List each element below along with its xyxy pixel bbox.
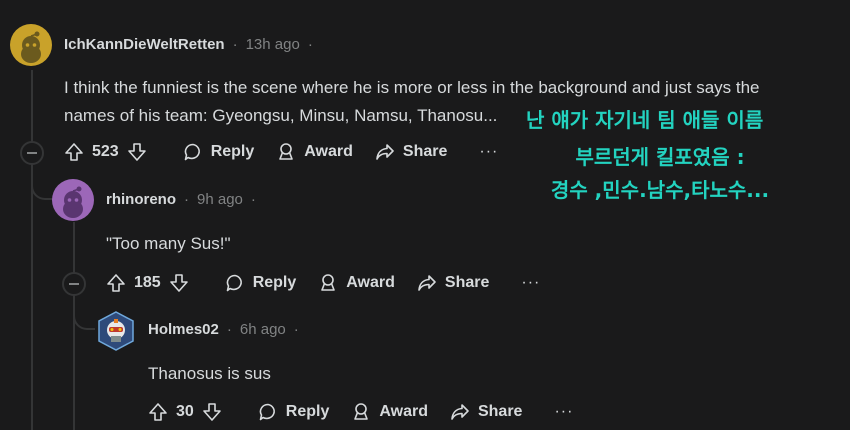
separator-dot: ·	[184, 191, 189, 208]
vote-group: 523	[64, 142, 147, 162]
share-label: Share	[444, 274, 490, 291]
award-icon	[279, 143, 294, 160]
reply-button[interactable]: Reply	[225, 273, 297, 293]
more-options-button[interactable]: ···	[521, 274, 540, 292]
timestamp[interactable]: 6h ago	[240, 321, 286, 338]
award-button[interactable]: Award	[276, 142, 353, 162]
action-bar-3: 30 Reply Award Share ···	[148, 402, 573, 422]
upvote-icon[interactable]	[64, 142, 84, 162]
overlay-caption-line-3: 경수 ,민수.남수,타노수...	[550, 178, 770, 202]
downvote-icon[interactable]	[127, 142, 147, 162]
username[interactable]: rhinoreno	[106, 191, 176, 208]
separator-dot: ·	[293, 321, 299, 338]
collapse-button[interactable]	[20, 141, 44, 165]
overlay-caption-line-2: 부르던게 킬포였음 :	[575, 145, 745, 169]
reply-button[interactable]: Reply	[183, 142, 255, 162]
award-label: Award	[304, 143, 353, 160]
action-bar-2: 185 Reply Award Share ···	[106, 273, 540, 293]
reply-label: Reply	[285, 403, 330, 420]
comment-header-1: IchKannDieWeltRetten · 13h ago ·	[64, 36, 313, 53]
separator-dot: ·	[250, 191, 256, 208]
avatar-holmes02[interactable]	[96, 311, 136, 351]
share-icon	[376, 144, 394, 160]
more-options-button[interactable]: ···	[479, 143, 498, 161]
upvote-icon[interactable]	[106, 273, 126, 293]
username[interactable]: IchKannDieWeltRetten	[64, 36, 225, 53]
share-button[interactable]: Share	[417, 273, 489, 293]
award-button[interactable]: Award	[351, 402, 428, 422]
downvote-icon[interactable]	[202, 402, 222, 422]
share-icon	[418, 275, 436, 291]
comment-header-2: rhinoreno · 9h ago ·	[106, 191, 256, 208]
reply-icon	[226, 274, 242, 292]
avatar-ichkann[interactable]	[10, 24, 52, 66]
snoo-avatar-icon	[63, 186, 83, 218]
reply-button[interactable]: Reply	[258, 402, 330, 422]
share-button[interactable]: Share	[375, 142, 447, 162]
vote-group: 30	[148, 402, 222, 422]
award-button[interactable]: Award	[318, 273, 395, 293]
upvote-icon[interactable]	[148, 402, 168, 422]
downvote-icon[interactable]	[169, 273, 189, 293]
action-bar-1: 523 Reply Award Share ···	[64, 142, 498, 162]
share-button[interactable]: Share	[450, 402, 522, 422]
more-options-button[interactable]: ···	[554, 403, 573, 421]
thread-line-reply[interactable]	[73, 222, 75, 430]
award-icon	[354, 403, 369, 420]
robot-avatar-icon	[98, 311, 134, 351]
comment-body-line: I think the funniest is the scene where …	[64, 78, 760, 97]
vote-count: 30	[176, 403, 194, 420]
share-label: Share	[477, 403, 523, 420]
separator-dot: ·	[226, 321, 232, 338]
comment-body-2: "Too many Sus!"	[106, 234, 231, 253]
share-label: Share	[402, 143, 448, 160]
vote-count: 185	[134, 274, 161, 291]
thread-connector-1	[31, 168, 53, 200]
thread-connector-2	[73, 298, 95, 330]
separator-dot: ·	[307, 36, 313, 53]
award-label: Award	[379, 403, 428, 420]
reply-icon	[184, 143, 200, 161]
reply-icon	[259, 403, 275, 421]
collapse-button[interactable]	[62, 272, 86, 296]
overlay-caption-line-1: 난 얘가 자기네 팀 애들 이름	[526, 108, 764, 132]
username[interactable]: Holmes02	[148, 321, 219, 338]
avatar-rhinoreno[interactable]	[52, 179, 94, 221]
vote-count: 523	[92, 143, 119, 160]
separator-dot: ·	[232, 36, 238, 53]
reply-label: Reply	[210, 143, 255, 160]
timestamp[interactable]: 9h ago	[197, 191, 243, 208]
award-label: Award	[346, 274, 395, 291]
timestamp[interactable]: 13h ago	[246, 36, 300, 53]
share-icon	[451, 404, 469, 420]
comment-body-3: Thanosus is sus	[148, 364, 271, 383]
award-icon	[321, 274, 336, 291]
snoo-avatar-icon	[21, 31, 41, 63]
vote-group: 185	[106, 273, 189, 293]
reply-label: Reply	[252, 274, 297, 291]
thread-line-root[interactable]	[31, 70, 33, 430]
comment-header-3: Holmes02 · 6h ago ·	[148, 321, 299, 338]
